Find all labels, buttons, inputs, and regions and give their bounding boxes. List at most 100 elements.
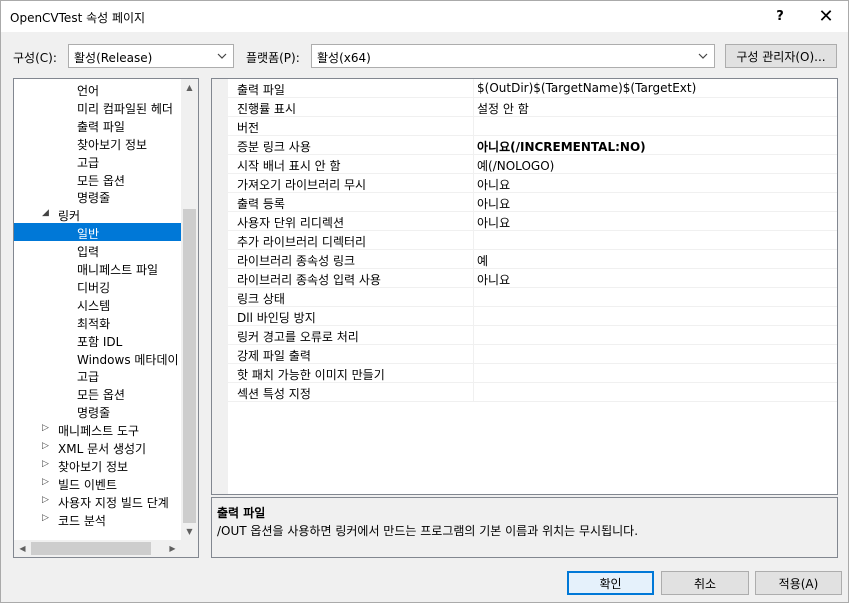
column-divider [473, 345, 474, 364]
tree-item-label: 시스템 [77, 298, 111, 313]
property-row[interactable]: Dll 바인딩 방지 [228, 307, 837, 326]
tree-item[interactable]: 고급 [14, 152, 181, 170]
platform-select-value: 활성(x64) [317, 51, 371, 65]
tree-item[interactable]: 출력 파일 [14, 116, 181, 134]
config-manager-button[interactable]: 구성 관리자(O)... [725, 44, 837, 68]
property-name: 증분 링크 사용 [237, 140, 311, 154]
tree-item[interactable]: 디버깅 [14, 277, 181, 295]
expand-icon[interactable]: ▷ [42, 513, 52, 523]
column-divider [473, 250, 474, 269]
tree-item[interactable]: ▷ 사용자 지정 빌드 단계 [14, 492, 181, 510]
property-row[interactable]: 출력 파일 $(OutDir)$(TargetName)$(TargetExt) [228, 79, 837, 98]
tree-item[interactable]: 입력 [14, 241, 181, 259]
window-title: OpenCVTest 속성 페이지 [10, 11, 146, 25]
tree-item[interactable]: ◢ 링커 [14, 205, 181, 223]
tree-item-label: 모든 옵션 [77, 388, 125, 403]
scroll-left-icon[interactable]: ◀ [14, 540, 31, 557]
column-divider [473, 383, 474, 402]
tree-item[interactable]: ▷ 빌드 이벤트 [14, 474, 181, 492]
expand-icon[interactable]: ▷ [42, 423, 52, 433]
tree-item-label: XML 문서 생성기 [58, 442, 147, 456]
property-grid[interactable]: 출력 파일 $(OutDir)$(TargetName)$(TargetExt) 진… [211, 78, 838, 495]
tree-item-label: 찾아보기 정보 [77, 137, 148, 152]
platform-label: 플랫폼(P): [246, 51, 300, 65]
scroll-down-icon[interactable]: ▼ [181, 523, 198, 540]
collapse-icon[interactable]: ◢ [42, 208, 52, 218]
property-name: 버전 [237, 121, 260, 135]
property-value[interactable]: 예(/NOLOGO) [477, 157, 554, 174]
scroll-thumb[interactable] [31, 542, 151, 555]
property-row[interactable]: 진행률 표시 설정 안 함 [228, 98, 837, 117]
tree-vertical-scrollbar[interactable]: ▲ ▼ [181, 79, 198, 540]
expand-icon[interactable]: ▷ [42, 477, 52, 487]
tree-item[interactable]: 언어 [14, 80, 181, 98]
property-row[interactable]: 추가 라이브러리 디렉터리 [228, 231, 837, 250]
scroll-right-icon[interactable]: ▶ [164, 540, 181, 557]
tree-item[interactable]: ▷ 찾아보기 정보 [14, 456, 181, 474]
tree-item[interactable]: Windows 메타데이 [14, 349, 181, 367]
tree-item-label: 빌드 이벤트 [58, 477, 118, 492]
close-button[interactable]: ✕ [803, 1, 849, 32]
tree-item[interactable]: 모든 옵션 [14, 384, 181, 402]
property-name: 핫 패치 가능한 이미지 만들기 [237, 368, 385, 382]
tree-item-label: 고급 [77, 370, 100, 385]
ok-button[interactable]: 확인 [567, 571, 654, 595]
tree-item[interactable]: 명령줄 [14, 187, 181, 205]
expand-icon[interactable]: ▷ [42, 459, 52, 469]
column-divider [473, 193, 474, 212]
property-value[interactable]: 아니요 [477, 214, 510, 231]
property-row[interactable]: 가져오기 라이브러리 무시 아니요 [228, 174, 837, 193]
tree-item-label: 최적화 [77, 316, 111, 331]
tree-item[interactable]: 명령줄 [14, 402, 181, 420]
apply-button[interactable]: 적용(A) [755, 571, 842, 595]
scroll-thumb[interactable] [183, 209, 196, 523]
property-row[interactable]: 링커 경고를 오류로 처리 [228, 326, 837, 345]
platform-select[interactable]: 활성(x64) [311, 44, 715, 68]
cancel-button[interactable]: 취소 [661, 571, 749, 595]
tree-item[interactable]: 최적화 [14, 313, 181, 331]
tree-item[interactable]: ▷ 코드 분석 [14, 510, 181, 528]
property-value[interactable]: 아니요 [477, 271, 510, 288]
property-row[interactable]: 섹션 특성 지정 [228, 383, 837, 402]
property-row[interactable]: 증분 링크 사용 아니요(/INCREMENTAL:NO) [228, 136, 837, 155]
property-row[interactable]: 강제 파일 출력 [228, 345, 837, 364]
tree-item[interactable]: 모든 옵션 [14, 170, 181, 188]
property-name: 사용자 단위 리디렉션 [237, 216, 344, 230]
tree-item[interactable]: 일반 [14, 223, 181, 242]
tree-item[interactable]: 매니페스트 파일 [14, 259, 181, 277]
tree-item[interactable]: 찾아보기 정보 [14, 134, 181, 152]
property-value[interactable]: 설정 안 함 [477, 100, 529, 117]
tree-horizontal-scrollbar[interactable]: ◀ ▶ [14, 540, 181, 557]
property-value[interactable]: $(OutDir)$(TargetName)$(TargetExt) [477, 81, 696, 95]
property-name: Dll 바인딩 방지 [237, 311, 316, 325]
property-row[interactable]: 링크 상태 [228, 288, 837, 307]
tree-item[interactable]: ▷ XML 문서 생성기 [14, 438, 181, 456]
property-row[interactable]: 라이브러리 종속성 링크 예 [228, 250, 837, 269]
tree-item[interactable]: 시스템 [14, 295, 181, 313]
tree-item-label: 디버깅 [77, 280, 111, 295]
column-divider [473, 212, 474, 231]
tree-item[interactable]: 미리 컴파일된 헤더 [14, 98, 181, 116]
chevron-down-icon [215, 48, 229, 64]
expand-icon[interactable]: ▷ [42, 495, 52, 505]
property-value[interactable]: 아니요(/INCREMENTAL:NO) [477, 138, 646, 155]
expand-icon[interactable]: ▷ [42, 441, 52, 451]
description-text: /OUT 옵션을 사용하면 링커에서 만드는 프로그램의 기본 이름과 위치는 … [217, 524, 639, 538]
property-value[interactable]: 아니요 [477, 195, 510, 212]
scroll-up-icon[interactable]: ▲ [181, 79, 198, 96]
tree-item[interactable]: 포함 IDL [14, 331, 181, 349]
property-row[interactable]: 버전 [228, 117, 837, 136]
tree-item[interactable]: ▷ 매니페스트 도구 [14, 420, 181, 438]
property-row[interactable]: 핫 패치 가능한 이미지 만들기 [228, 364, 837, 383]
property-value[interactable]: 아니요 [477, 176, 510, 193]
property-row[interactable]: 라이브러리 종속성 입력 사용 아니요 [228, 269, 837, 288]
property-row[interactable]: 사용자 단위 리디렉션 아니요 [228, 212, 837, 231]
tree-item[interactable]: 고급 [14, 366, 181, 384]
property-value[interactable]: 예 [477, 252, 488, 269]
tree-item-label: 포함 IDL [77, 334, 123, 349]
config-select[interactable]: 활성(Release) [68, 44, 234, 68]
property-row[interactable]: 시작 배너 표시 안 함 예(/NOLOGO) [228, 155, 837, 174]
category-tree[interactable]: 언어 미리 컴파일된 헤더 출력 파일 찾아보기 정보 고급 모든 옵션 명령줄 ◢ 링커 일반 입… [13, 78, 199, 558]
help-button[interactable]: ? [757, 1, 803, 32]
property-row[interactable]: 출력 등록 아니요 [228, 193, 837, 212]
